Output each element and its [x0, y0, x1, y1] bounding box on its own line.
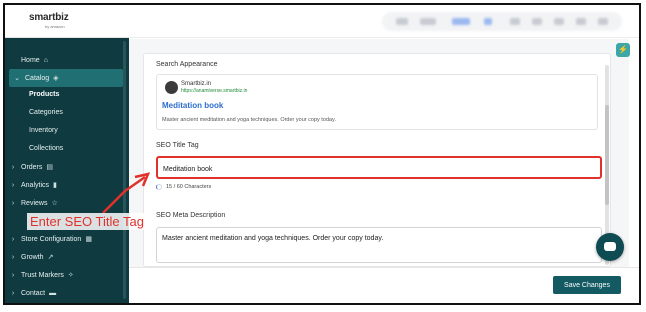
app-window: smartbiz by amazon Home ⌂ ⌄ Catalog ◈ Pr…	[3, 3, 641, 305]
annotation-arrow	[102, 172, 151, 214]
annotation-label: Enter SEO Title Tag	[27, 213, 147, 230]
